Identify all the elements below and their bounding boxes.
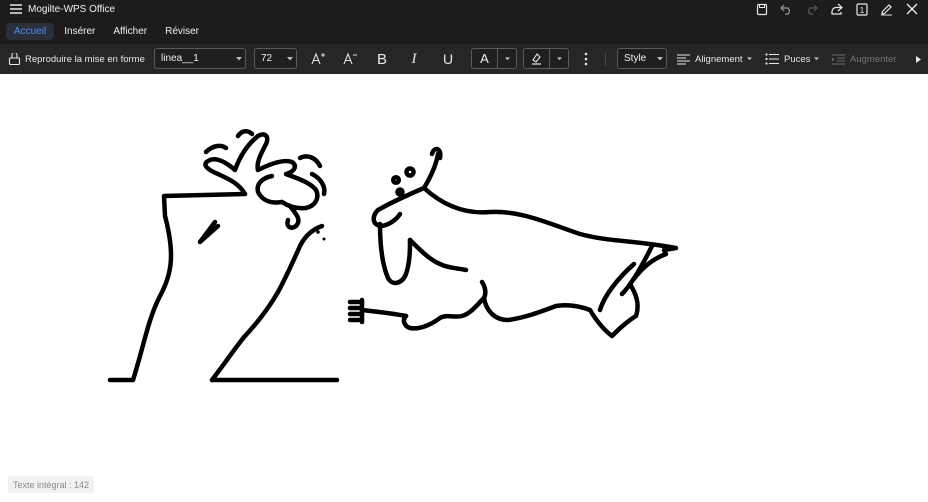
format-painter-icon	[8, 52, 21, 66]
tab-afficher[interactable]: Afficher	[105, 23, 155, 40]
more-icon[interactable]	[578, 44, 594, 74]
bold-button[interactable]: B	[370, 44, 394, 74]
highlight-icon	[524, 49, 550, 68]
undo-icon[interactable]	[774, 0, 799, 18]
menu-icon[interactable]	[9, 0, 23, 18]
font-color-button[interactable]: A	[471, 48, 517, 69]
svg-text:1: 1	[859, 6, 864, 15]
document-canvas[interactable]	[0, 74, 928, 502]
font-size-select[interactable]: 72	[254, 48, 297, 69]
underline-button[interactable]: U	[436, 44, 460, 74]
increase-indent-button[interactable]: Augmenter	[832, 44, 900, 74]
bullets-icon	[765, 53, 779, 65]
format-painter-label: Reproduire la mise en forme	[25, 53, 145, 65]
font-size-value: 72	[261, 53, 273, 64]
chevron-down-icon	[284, 56, 296, 61]
increase-font-icon[interactable]	[306, 44, 330, 74]
edit-icon[interactable]	[874, 0, 899, 18]
alignment-label: Alignement	[695, 53, 743, 65]
tab-reviser[interactable]: Réviser	[157, 23, 207, 40]
word-count-status: Texte intégral : 142	[8, 476, 95, 493]
app-title: Mogilte-WPS Office	[28, 3, 116, 15]
tab-accueil[interactable]: Accueil	[6, 22, 55, 40]
tab-inserer[interactable]: Insérer	[56, 23, 103, 40]
alignment-icon	[677, 53, 690, 65]
redo-icon[interactable]	[799, 0, 824, 18]
close-icon[interactable]	[899, 0, 924, 18]
toolbar-divider	[605, 52, 606, 66]
chevron-down-icon	[814, 57, 820, 61]
share-icon[interactable]	[824, 0, 849, 18]
indent-icon	[832, 53, 845, 65]
page-count-icon[interactable]: 1	[849, 0, 874, 18]
ribbon-tabs: Accueil Insérer Afficher Réviser	[0, 18, 928, 44]
alignment-button[interactable]: Alignement	[677, 44, 759, 74]
increase-indent-label: Augmenter	[850, 53, 897, 65]
chevron-right-icon[interactable]	[910, 44, 926, 74]
save-icon[interactable]	[749, 0, 774, 18]
style-select[interactable]: Style	[617, 48, 667, 69]
font-name-value: linea__1	[161, 53, 199, 64]
font-color-glyph: A	[472, 49, 498, 68]
chevron-down-icon	[654, 56, 666, 61]
format-painter-button[interactable]: Reproduire la mise en forme	[8, 44, 148, 74]
title-bar: Mogilte-WPS Office 1	[0, 0, 928, 18]
bullets-label: Puces	[784, 53, 811, 65]
formatting-toolbar: Reproduire la mise en forme linea__1 72 …	[0, 44, 928, 74]
style-label: Style	[624, 53, 647, 64]
font-name-select[interactable]: linea__1	[154, 48, 246, 69]
bullets-button[interactable]: Puces	[765, 44, 823, 74]
chevron-down-icon	[498, 56, 516, 61]
chevron-down-icon	[746, 57, 752, 61]
chevron-down-icon	[233, 56, 245, 61]
cartoon-drawing	[107, 129, 679, 383]
italic-button[interactable]: I	[402, 44, 426, 74]
highlight-button[interactable]	[523, 48, 569, 69]
chevron-down-icon	[550, 56, 568, 61]
title-actions: 1	[749, 0, 924, 18]
decrease-font-icon[interactable]	[338, 44, 362, 74]
